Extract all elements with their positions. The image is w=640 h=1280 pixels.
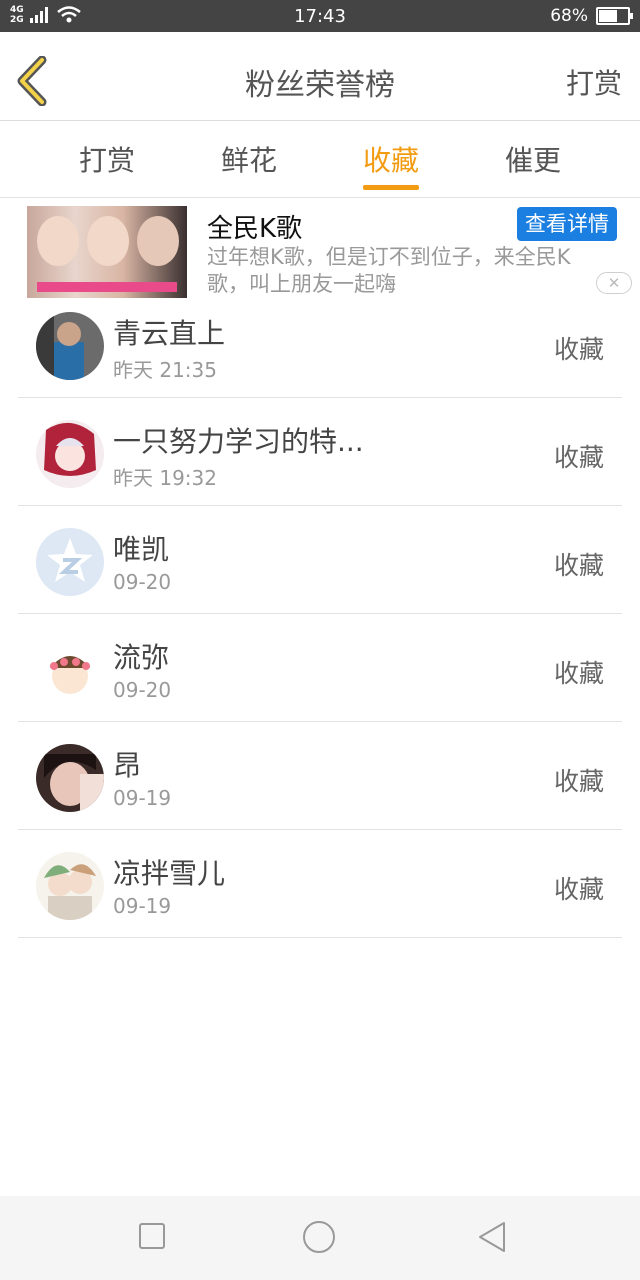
action-label: 收藏 xyxy=(553,659,604,688)
list-item[interactable]: 青云直上 昨天 21:35 收藏 xyxy=(0,290,640,398)
circle-icon[interactable] xyxy=(302,1220,336,1254)
item-time: 昨天 19:32 xyxy=(113,466,217,490)
list-item[interactable]: 凉拌雪儿 09-19 收藏 xyxy=(0,830,640,938)
triangle-back-icon[interactable] xyxy=(476,1220,508,1254)
battery-percent: 68% xyxy=(550,6,588,26)
avatar xyxy=(36,420,104,488)
user-name: 流弥 xyxy=(113,641,170,674)
avatar xyxy=(36,744,104,812)
ad-face-3 xyxy=(137,216,179,266)
ad-face-2 xyxy=(87,216,129,266)
divider xyxy=(18,937,622,938)
user-name: 昂 xyxy=(113,749,142,782)
system-nav-bar xyxy=(0,1196,640,1280)
tab-reward[interactable]: 打赏 xyxy=(47,139,167,179)
reward-button[interactable]: 打赏 xyxy=(566,62,622,102)
action-label: 收藏 xyxy=(553,875,604,904)
user-name: 一只努力学习的特... xyxy=(113,425,364,458)
avatar xyxy=(36,528,104,596)
default-avatar-icon xyxy=(36,528,104,596)
clock: 17:43 xyxy=(294,6,346,27)
tab-collect[interactable]: 收藏 xyxy=(331,139,451,179)
list-item[interactable]: 流弥 09-20 收藏 xyxy=(0,614,640,722)
collector-list: 青云直上 昨天 21:35 收藏 一只努力学习的特... 昨天 19:32 收藏… xyxy=(0,290,640,938)
avatar xyxy=(36,312,104,380)
square-icon[interactable] xyxy=(138,1222,166,1250)
battery-fill xyxy=(599,10,617,22)
avatar xyxy=(36,636,104,704)
tab-flowers[interactable]: 鲜花 xyxy=(189,139,309,179)
action-label: 收藏 xyxy=(553,443,604,472)
page-title: 粉丝荣誉榜 xyxy=(245,68,395,103)
item-time: 09-20 xyxy=(113,678,172,702)
nav-bar: 粉丝荣誉榜 打赏 xyxy=(0,32,640,121)
action-label: 收藏 xyxy=(553,767,604,796)
item-time: 09-19 xyxy=(113,786,172,810)
tab-urge[interactable]: 催更 xyxy=(473,139,593,179)
list-item[interactable]: 唯凯 09-20 收藏 xyxy=(0,506,640,614)
item-time: 09-20 xyxy=(113,570,172,594)
tab-bar: 打赏 鲜花 收藏 催更 xyxy=(0,121,640,198)
ad-thumbnail xyxy=(27,206,187,298)
ad-banner[interactable]: 全民K歌 查看详情 过年想K歌，但是订不到位子，来全民K歌，叫上朋友一起嗨 ✕ xyxy=(0,198,640,302)
item-time: 昨天 21:35 xyxy=(113,358,217,382)
avatar xyxy=(36,852,104,920)
ad-title: 全民K歌 xyxy=(207,214,303,244)
list-item[interactable]: 一只努力学习的特... 昨天 19:32 收藏 xyxy=(0,398,640,506)
item-time: 09-19 xyxy=(113,894,172,918)
ad-face-1 xyxy=(37,216,79,266)
user-name: 唯凯 xyxy=(113,533,170,566)
tab-active-indicator xyxy=(363,185,419,190)
user-name: 青云直上 xyxy=(113,317,226,350)
battery-icon xyxy=(596,7,633,25)
list-item[interactable]: 昂 09-19 收藏 xyxy=(0,722,640,830)
status-bar: 4G 2G 17:43 68% xyxy=(0,0,640,32)
battery-status: 68% xyxy=(550,6,633,26)
ad-details-button[interactable]: 查看详情 xyxy=(517,207,617,241)
user-name: 凉拌雪儿 xyxy=(113,857,226,890)
action-label: 收藏 xyxy=(553,335,604,364)
action-label: 收藏 xyxy=(553,551,604,580)
